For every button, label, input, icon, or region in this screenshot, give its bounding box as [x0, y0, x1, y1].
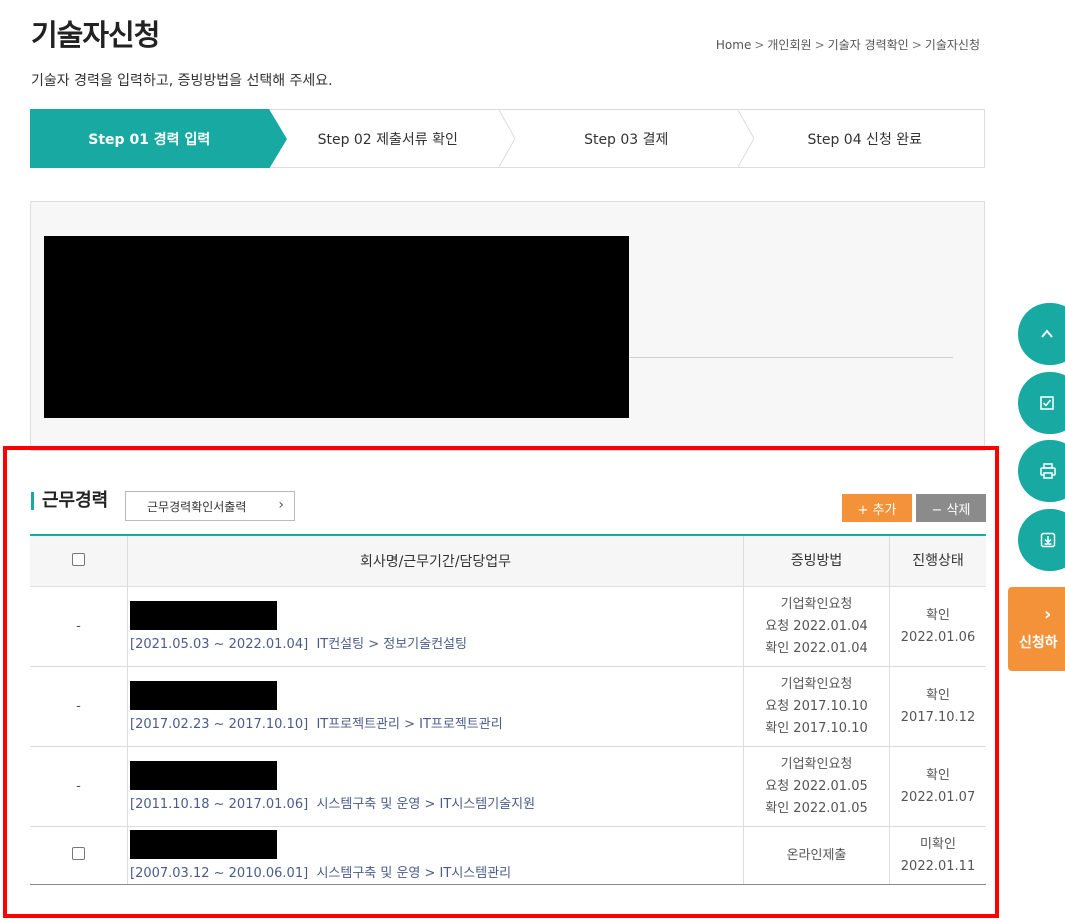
profile-divider — [629, 357, 953, 358]
header-status: 진행상태 — [889, 534, 986, 587]
add-button[interactable]: + 추가 — [842, 494, 912, 522]
breadcrumb-home[interactable]: Home — [716, 38, 751, 52]
step-1: Step 01 경력 입력 — [30, 109, 286, 169]
breadcrumb: Home > 개인회원 > 기술자 경력확인 > 기술자신청 — [715, 38, 980, 52]
row-marker: - — [30, 666, 128, 747]
status-label: 확인 — [926, 767, 950, 783]
company-cell: [2021.05.03 ~ 2022.01.04] IT컨설팅 > 정보기술컨설… — [127, 586, 744, 667]
print-career-certificate-label: 근무경력확인서출력 — [147, 499, 247, 514]
step-4-label: Step 04 신청 완료 — [807, 131, 923, 148]
company-cell: [2007.03.12 ~ 2010.06.01] 시스템구축 및 운영 > I… — [127, 826, 744, 885]
select-all-cell — [30, 534, 128, 587]
step-3-label: Step 03 결제 — [584, 131, 669, 148]
download-icon — [1040, 532, 1056, 548]
row-select-cell — [30, 826, 128, 885]
row-marker: - — [30, 746, 128, 827]
table-row[interactable]: - [2011.10.18 ~ 2017.01.06] 시스템구축 및 운영 >… — [30, 746, 986, 827]
redacted-profile-info — [44, 236, 629, 418]
proof-method: 기업확인요청 — [780, 596, 853, 612]
step-3: Step 03 결제 — [507, 110, 754, 167]
chevron-up-icon — [1041, 329, 1053, 338]
proof-request-date: 요청 2017.10.10 — [765, 698, 868, 714]
status-date: 2022.01.11 — [900, 858, 976, 874]
checklist-button[interactable] — [1018, 372, 1065, 434]
redacted-company-name — [130, 761, 277, 790]
proof-confirm-date: 확인 2022.01.05 — [765, 800, 868, 816]
redacted-company-name — [130, 830, 277, 859]
step-2: Step 02 제출서류 확인 — [269, 110, 515, 167]
status-label: 확인 — [926, 687, 950, 703]
work-period: [2021.05.03 ~ 2022.01.04] — [130, 637, 309, 652]
proof-cell: 기업확인요청 요청 2022.01.04 확인 2022.01.04 — [743, 586, 890, 667]
chevron-right-icon: › — [278, 497, 284, 513]
print-button[interactable] — [1018, 440, 1065, 502]
step-1-label: Step 01 경력 입력 — [88, 131, 211, 148]
status-date: 2022.01.07 — [900, 789, 976, 805]
work-period: [2007.03.12 ~ 2010.06.01] — [130, 866, 309, 881]
work-duty: 시스템구축 및 운영 > IT시스템기술지원 — [316, 797, 536, 812]
breadcrumb-member[interactable]: 개인회원 — [767, 38, 811, 52]
printer-icon — [1040, 463, 1056, 479]
step-divider-icon — [499, 110, 515, 167]
work-period: [2017.02.23 ~ 2017.10.10] — [130, 717, 309, 732]
redacted-company-name — [130, 601, 277, 630]
proof-method: 온라인제출 — [786, 847, 847, 863]
table-row[interactable]: - [2021.05.03 ~ 2022.01.04] IT컨설팅 > 정보기술… — [30, 586, 986, 667]
header-proof: 증빙방법 — [743, 534, 890, 587]
proof-method: 기업확인요청 — [780, 756, 853, 772]
redacted-company-name — [130, 681, 277, 710]
proof-confirm-date: 확인 2017.10.10 — [765, 720, 868, 736]
status-cell: 확인 2022.01.07 — [889, 746, 986, 827]
delete-button[interactable]: − 삭제 — [916, 494, 986, 522]
row-marker: - — [30, 586, 128, 667]
breadcrumb-current: 기술자신청 — [924, 38, 980, 52]
status-label: 확인 — [926, 607, 950, 623]
company-cell: [2011.10.18 ~ 2017.01.06] 시스템구축 및 운영 > I… — [127, 746, 744, 827]
work-period: [2011.10.18 ~ 2017.01.06] — [130, 797, 309, 812]
status-label: 미확인 — [920, 836, 956, 852]
step-2-label: Step 02 제출서류 확인 — [317, 131, 458, 148]
step-divider-icon — [737, 110, 754, 167]
proof-request-date: 요청 2022.01.04 — [765, 618, 868, 634]
proof-cell: 기업확인요청 요청 2017.10.10 확인 2017.10.10 — [743, 666, 890, 747]
download-button[interactable] — [1018, 509, 1065, 571]
select-all-checkbox[interactable] — [72, 552, 85, 566]
apply-label: 신청하 — [1019, 635, 1058, 651]
status-cell: 미확인 2022.01.11 — [889, 826, 986, 885]
proof-request-date: 요청 2022.01.05 — [765, 778, 868, 794]
status-cell: 확인 2022.01.06 — [889, 586, 986, 667]
row-checkbox[interactable] — [72, 847, 85, 860]
proof-confirm-date: 확인 2022.01.04 — [765, 640, 868, 656]
section-title: 근무경력 — [31, 492, 108, 510]
table-row[interactable]: - [2017.02.23 ~ 2017.10.10] IT프로젝트관리 > I… — [30, 666, 986, 747]
page-title: 기술자신청 — [31, 18, 160, 52]
proof-cell: 온라인제출 — [743, 826, 890, 885]
apply-button[interactable]: › 신청하 — [1008, 587, 1065, 671]
chevron-right-icon: › — [1044, 604, 1052, 625]
table-row[interactable]: [2007.03.12 ~ 2010.06.01] 시스템구축 및 운영 > I… — [30, 826, 986, 885]
step-4: Step 04 신청 완료 — [746, 110, 985, 167]
page-subtitle: 기술자 경력을 입력하고, 증빙방법을 선택해 주세요. — [31, 73, 333, 89]
step-progress: Step 01 경력 입력 Step 02 제출서류 확인 Step 03 결제… — [30, 109, 985, 169]
breadcrumb-career-check[interactable]: 기술자 경력확인 — [828, 38, 909, 52]
table-header-row: 회사명/근무기간/담당업무 증빙방법 진행상태 — [30, 534, 986, 587]
status-date: 2017.10.12 — [900, 709, 976, 725]
work-duty: IT컨설팅 > 정보기술컨설팅 — [316, 637, 467, 652]
scroll-top-button[interactable] — [1018, 303, 1065, 365]
company-cell: [2017.02.23 ~ 2017.10.10] IT프로젝트관리 > IT프… — [127, 666, 744, 747]
print-career-certificate-button[interactable]: 근무경력확인서출력 › — [125, 491, 295, 521]
work-duty: 시스템구축 및 운영 > IT시스템관리 — [316, 866, 512, 881]
header-company: 회사명/근무기간/담당업무 — [127, 534, 744, 587]
proof-cell: 기업확인요청 요청 2022.01.05 확인 2022.01.05 — [743, 746, 890, 827]
status-date: 2022.01.06 — [900, 629, 976, 645]
work-duty: IT프로젝트관리 > IT프로젝트관리 — [316, 717, 503, 732]
status-cell: 확인 2017.10.12 — [889, 666, 986, 747]
career-table: 회사명/근무기간/담당업무 증빙방법 진행상태 - [2021.05.03 ~ … — [30, 534, 986, 885]
proof-method: 기업확인요청 — [780, 676, 853, 692]
checkbox-icon — [1040, 396, 1054, 410]
